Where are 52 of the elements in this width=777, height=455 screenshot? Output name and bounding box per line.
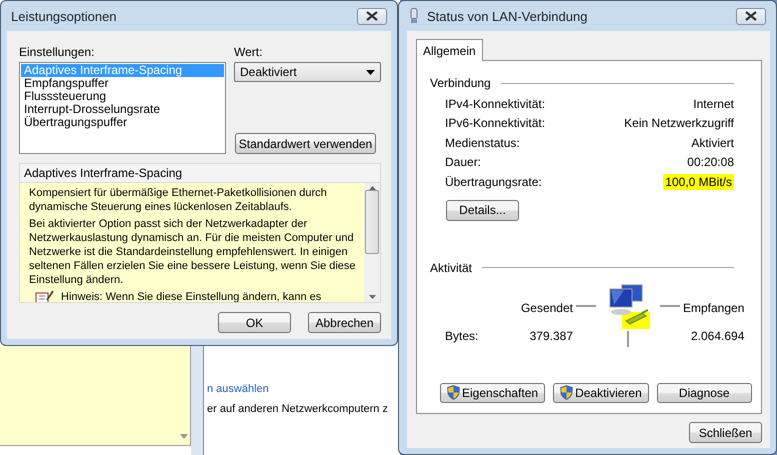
bytes-sent: 379.387 <box>530 328 573 344</box>
field-label: Dauer: <box>445 155 482 170</box>
close-button[interactable] <box>736 8 766 24</box>
link[interactable]: n auswählen <box>207 383 269 395</box>
description-title: Adaptives Interframe-Spacing <box>19 163 381 182</box>
field-value: Aktiviert <box>691 136 734 150</box>
scroll-down-arrow-icon[interactable] <box>368 295 376 299</box>
default-value-button[interactable]: Standardwert verwenden <box>235 133 376 154</box>
field-label: Medienstatus: <box>445 136 520 150</box>
bytes-received: 2.064.694 <box>691 328 744 344</box>
field-value: Internet <box>693 96 734 111</box>
sent-label: Gesendet <box>520 300 573 314</box>
field-value: 100,0 MBit/s <box>663 174 734 190</box>
close-dialog-button[interactable]: Schließen <box>689 422 762 443</box>
field-value: 00:20:08 <box>687 155 734 170</box>
window-title: Status von LAN-Verbindung <box>427 8 588 24</box>
cancel-button[interactable]: Abbrechen <box>308 312 381 333</box>
close-icon <box>366 11 378 21</box>
window-title: Leistungsoptionen <box>11 8 118 24</box>
network-adapter-icon <box>409 8 419 24</box>
hint-text: Hinweis: Wenn Sie diese Einstellung ändern, kann es <box>61 290 322 302</box>
settings-list-item[interactable]: Übertragungspuffer <box>21 116 224 129</box>
field-label: IPv6-Konnektivität: <box>445 116 546 130</box>
description-paragraph: Bei aktivierter Option passt sich der Netzwerkadapter der Netzwerkauslastung dynamisch an. Für die meisten Computer und Netzwerke ist die Standardeinstellung empfehlenswert. In einigen seltenen Fällen erzielen Sie eine bessere Leistung, wenn Sie diese Einstellung ändern. <box>29 217 357 287</box>
settings-list-item[interactable]: Empfangspuffer <box>21 77 224 90</box>
details-button[interactable]: Details... <box>446 200 519 220</box>
settings-label: Einstellungen: <box>19 45 96 59</box>
bytes-label: Bytes: <box>445 328 480 344</box>
close-button[interactable] <box>357 8 387 24</box>
value-dropdown[interactable]: Deaktiviert <box>234 62 381 82</box>
action-button[interactable]: Diagnose <box>656 382 752 402</box>
settings-list-item[interactable]: Flusssteuerung <box>21 90 224 103</box>
settings-list-item[interactable]: Interrupt-Drosselungsrate <box>21 103 224 116</box>
action-button[interactable]: Eigenschaften <box>440 382 546 402</box>
notepad-pencil-icon <box>35 290 55 302</box>
field-label: Übertragungsrate: <box>445 174 542 189</box>
received-label: Empfangen <box>683 300 744 314</box>
dropdown-caret-icon <box>366 70 375 74</box>
tab[interactable]: Allgemein <box>416 39 483 61</box>
field-value: Kein Netzwerkzugriff <box>624 116 734 130</box>
section-heading: Verbindung <box>430 76 491 90</box>
description-text: er auf anderen Netzwerkcomputern z <box>207 403 388 415</box>
scrollbar[interactable] <box>364 183 380 302</box>
value-label: Wert: <box>234 45 264 59</box>
field-label: IPv4-Konnektivität: <box>445 96 546 111</box>
description-paragraph: Kompensiert für übermäßige Ethernet-Paketkollisionen durch dynamische Steuerung eines lückenlosen Zeitablaufs. <box>29 186 328 214</box>
action-button[interactable]: Deaktivieren <box>553 382 649 402</box>
section-heading: Aktivität <box>430 260 472 274</box>
ok-button[interactable]: OK <box>218 312 291 333</box>
scroll-down-arrow-icon[interactable] <box>180 434 188 439</box>
close-icon <box>745 11 757 21</box>
scroll-up-arrow-icon[interactable] <box>368 186 376 190</box>
